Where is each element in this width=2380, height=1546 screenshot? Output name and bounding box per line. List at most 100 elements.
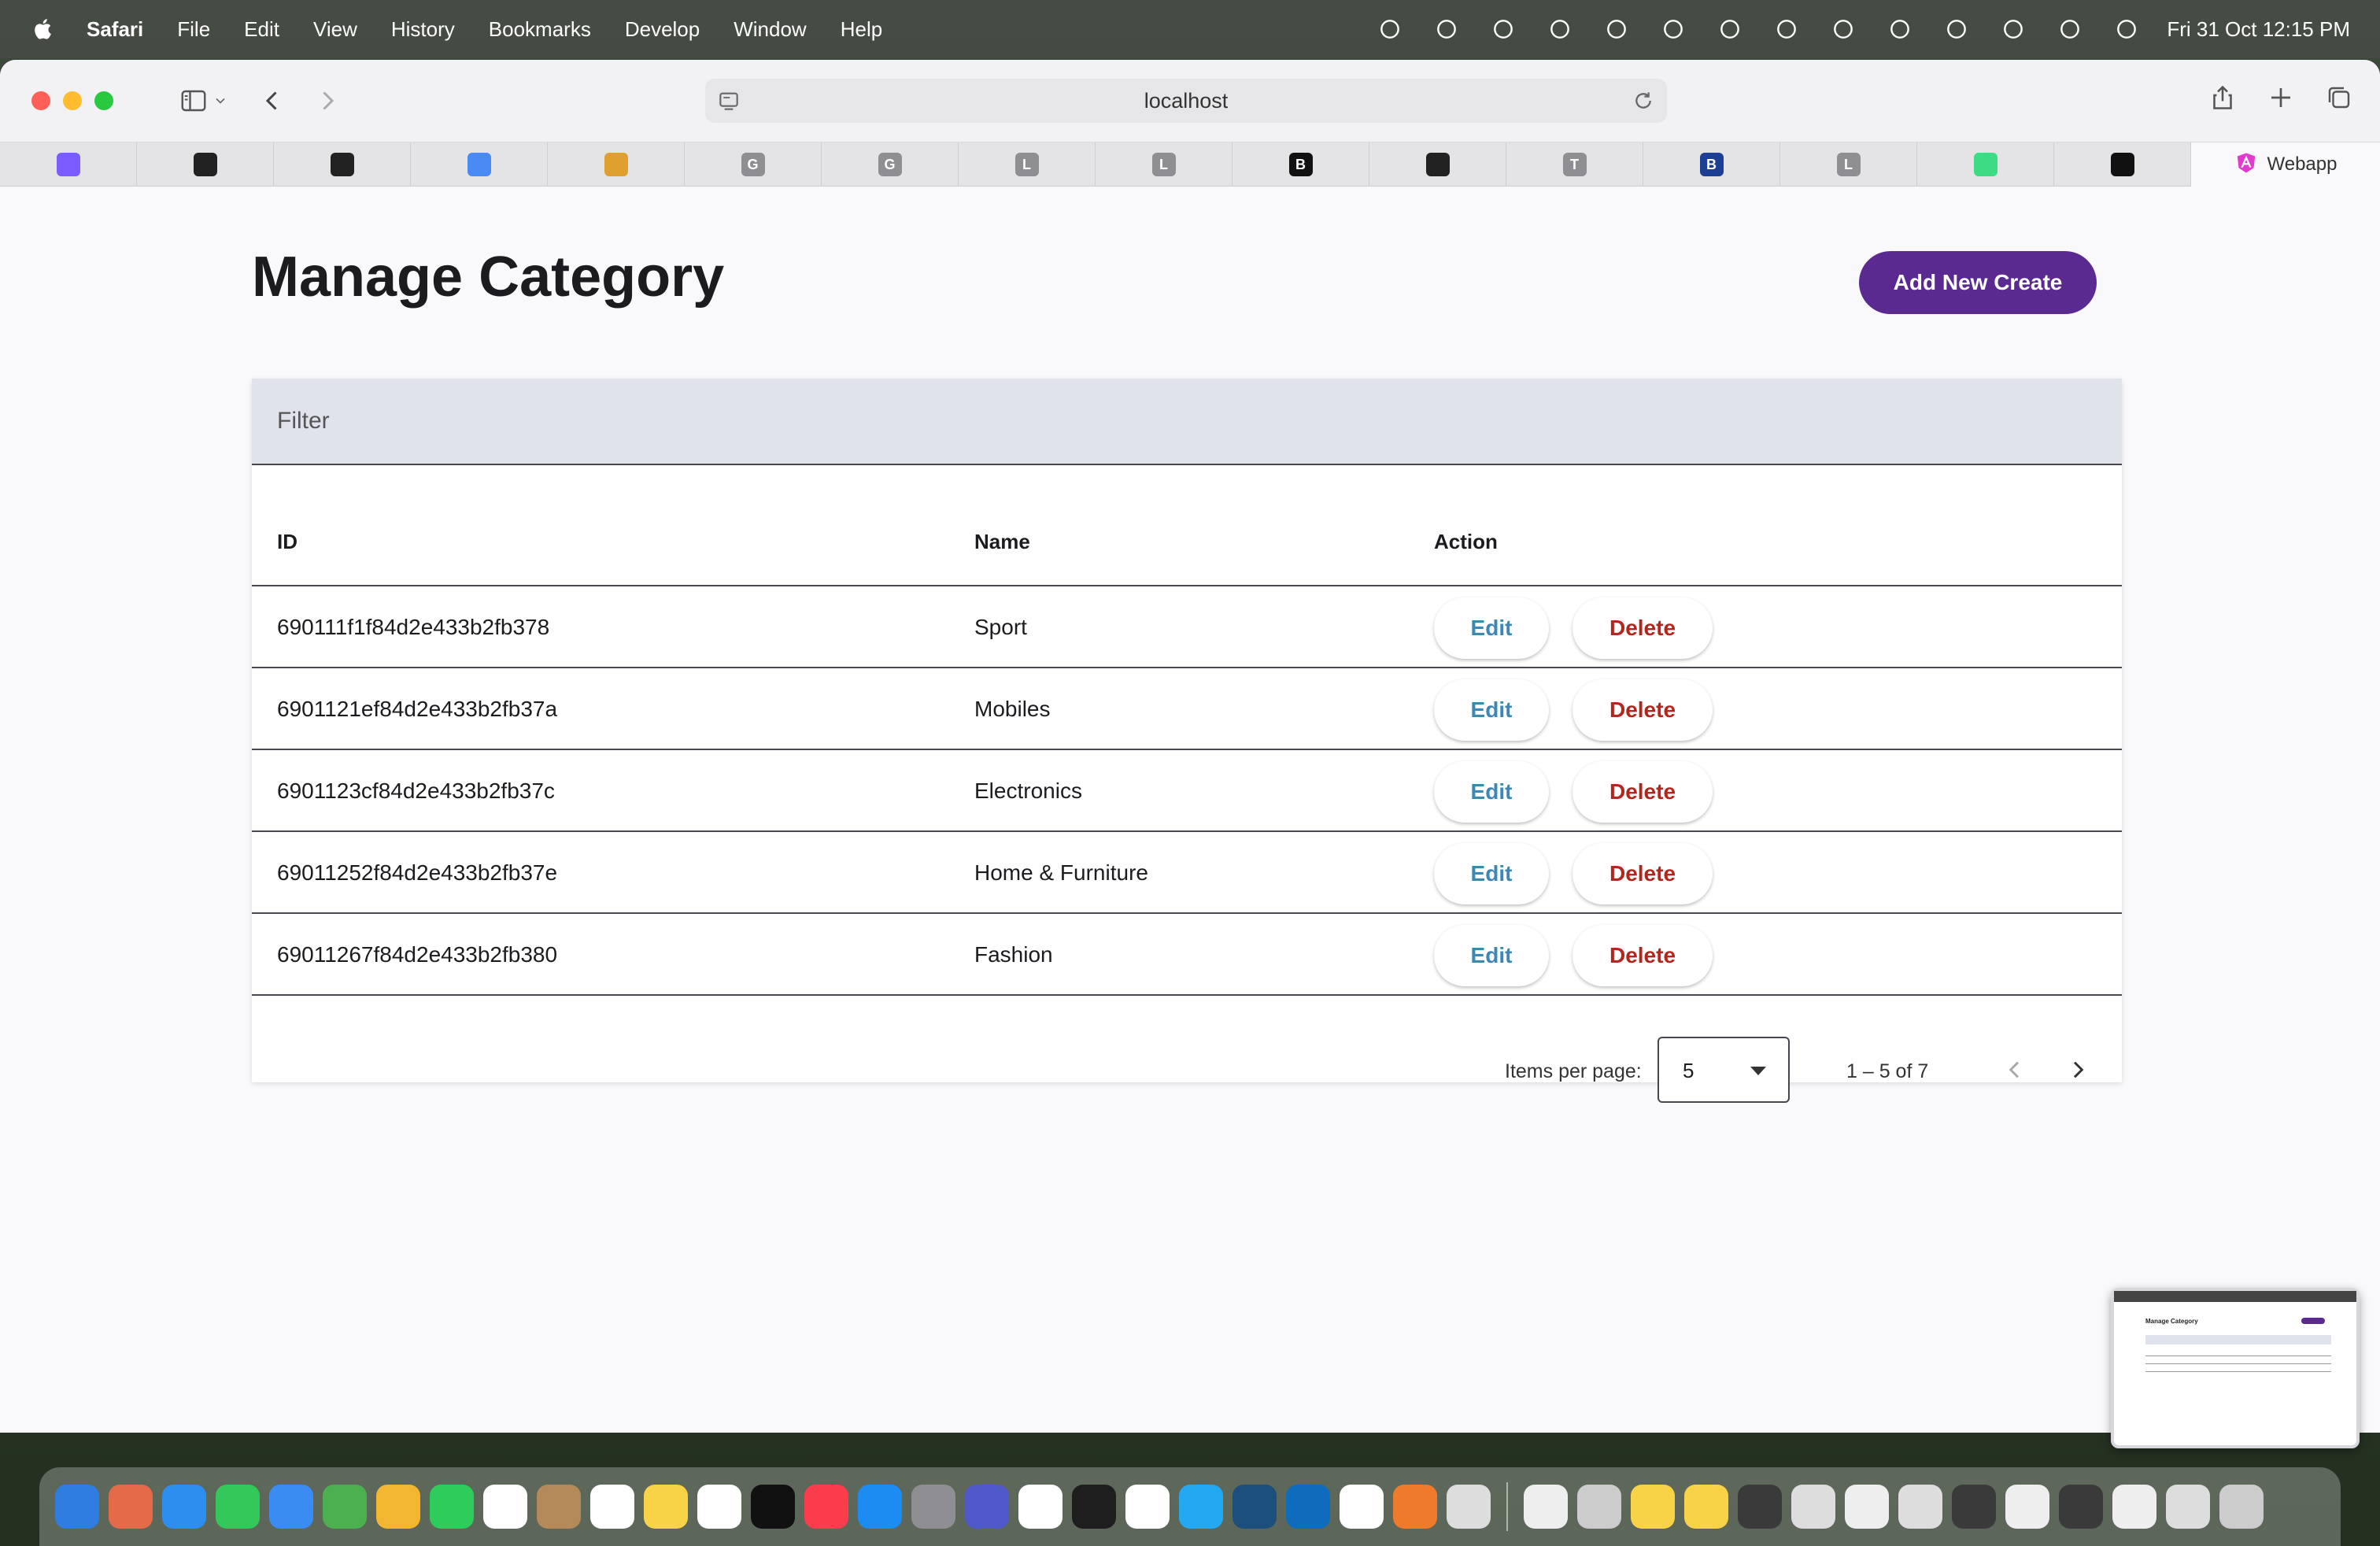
delete-button[interactable]: Delete: [1572, 761, 1713, 823]
tab-8[interactable]: L: [959, 142, 1096, 187]
chrome-icon[interactable]: [1018, 1485, 1062, 1529]
new-tab-icon[interactable]: [2264, 80, 2298, 115]
tab-12[interactable]: T: [1506, 142, 1643, 187]
vpn-icon[interactable]: [1547, 16, 1573, 43]
tab-1[interactable]: [0, 142, 137, 187]
mysql-workbench-icon[interactable]: [1232, 1485, 1277, 1529]
edit-button[interactable]: Edit: [1434, 843, 1549, 904]
forward-icon[interactable]: [310, 83, 345, 118]
screenshot-thumbnail[interactable]: Manage Category: [2111, 1288, 2360, 1448]
menu-clock[interactable]: Fri 31 Oct 12:15 PM: [2167, 17, 2350, 42]
safari-icon[interactable]: [162, 1485, 206, 1529]
close-window-button[interactable]: [31, 91, 50, 110]
tab-4[interactable]: [411, 142, 548, 187]
outlook-icon[interactable]: [1286, 1485, 1330, 1529]
sidebar-toggle-icon[interactable]: [176, 83, 211, 118]
filter-field[interactable]: Filter: [252, 379, 2122, 465]
window-icon[interactable]: [1577, 1485, 1621, 1529]
folder-icon[interactable]: [1631, 1485, 1675, 1529]
window-icon[interactable]: [1898, 1485, 1942, 1529]
photos-icon[interactable]: [376, 1485, 420, 1529]
battery-icon[interactable]: [1887, 16, 1913, 43]
contacts-icon[interactable]: [537, 1485, 581, 1529]
reload-icon[interactable]: [1631, 88, 1656, 113]
mail-icon[interactable]: [269, 1485, 313, 1529]
window-icon[interactable]: [1738, 1485, 1782, 1529]
shield-icon[interactable]: [1603, 16, 1630, 43]
window-icon[interactable]: [1791, 1485, 1835, 1529]
menu-window[interactable]: Window: [734, 17, 806, 42]
terminal-icon[interactable]: [1072, 1485, 1116, 1529]
edit-button[interactable]: Edit: [1434, 597, 1549, 659]
chevron-down-icon[interactable]: [211, 83, 230, 118]
tab-16[interactable]: [2054, 142, 2191, 187]
edit-button[interactable]: Edit: [1434, 679, 1549, 741]
window-icon[interactable]: [2005, 1485, 2049, 1529]
menu-history[interactable]: History: [391, 17, 455, 42]
tv-icon[interactable]: [751, 1485, 795, 1529]
tab-10[interactable]: B: [1232, 142, 1369, 187]
preview-icon[interactable]: [1447, 1485, 1491, 1529]
search-icon[interactable]: [2000, 16, 2027, 43]
finder-icon[interactable]: [55, 1485, 99, 1529]
xcode-icon[interactable]: [1340, 1485, 1384, 1529]
control-center-icon[interactable]: [2057, 16, 2083, 43]
siri-icon[interactable]: [2113, 16, 2140, 43]
tab-3[interactable]: [274, 142, 411, 187]
music-icon[interactable]: [804, 1485, 848, 1529]
menu-file[interactable]: File: [177, 17, 210, 42]
share-icon[interactable]: [2205, 80, 2240, 115]
reminders-icon[interactable]: [590, 1485, 634, 1529]
minimize-window-button[interactable]: [63, 91, 82, 110]
menu-app-name[interactable]: Safari: [87, 17, 143, 42]
address-bar[interactable]: localhost: [705, 79, 1667, 123]
trash-icon[interactable]: [2219, 1485, 2264, 1529]
delete-button[interactable]: Delete: [1572, 679, 1713, 741]
tab-6[interactable]: G: [685, 142, 822, 187]
teams-icon[interactable]: [965, 1485, 1009, 1529]
tab-webapp[interactable]: Webapp: [2191, 142, 2380, 187]
launchpad-icon[interactable]: [109, 1485, 153, 1529]
menu-bookmarks[interactable]: Bookmarks: [489, 17, 591, 42]
delete-button[interactable]: Delete: [1572, 843, 1713, 904]
apple-icon[interactable]: [30, 15, 58, 43]
window-icon[interactable]: [1952, 1485, 1996, 1529]
play-icon[interactable]: [1830, 16, 1857, 43]
tab-9[interactable]: L: [1096, 142, 1232, 187]
tab-15[interactable]: [1917, 142, 2054, 187]
lock-icon[interactable]: [1660, 16, 1687, 43]
vscode-icon[interactable]: [1179, 1485, 1223, 1529]
maps-icon[interactable]: [323, 1485, 367, 1529]
window-icon[interactable]: [2166, 1485, 2210, 1529]
tab-14[interactable]: L: [1780, 142, 1917, 187]
airplane-icon[interactable]: [1377, 16, 1403, 43]
back-icon[interactable]: [255, 83, 290, 118]
app-icon[interactable]: [1490, 16, 1517, 43]
wifi-icon[interactable]: [1943, 16, 1970, 43]
previous-page-icon[interactable]: [1998, 1052, 2032, 1087]
cloud-icon[interactable]: [1433, 16, 1460, 43]
address-text[interactable]: localhost: [1144, 89, 1229, 113]
tab-5[interactable]: [548, 142, 685, 187]
tab-7[interactable]: G: [822, 142, 959, 187]
notes-icon[interactable]: [644, 1485, 688, 1529]
freeform-icon[interactable]: [697, 1485, 741, 1529]
add-new-button[interactable]: Add New Create: [1859, 251, 2097, 314]
edit-button[interactable]: Edit: [1434, 925, 1549, 986]
page-size-select[interactable]: 5: [1658, 1037, 1790, 1103]
menu-help[interactable]: Help: [841, 17, 882, 42]
settings-icon[interactable]: [911, 1485, 955, 1529]
window-icon[interactable]: [2112, 1485, 2156, 1529]
menu-view[interactable]: View: [313, 17, 357, 42]
mongodb-icon[interactable]: [1125, 1485, 1170, 1529]
tab-11[interactable]: [1369, 142, 1506, 187]
app-store-icon[interactable]: [858, 1485, 902, 1529]
teams-icon[interactable]: [1717, 16, 1743, 43]
page-settings-icon[interactable]: [716, 88, 741, 113]
tab-2[interactable]: [137, 142, 274, 187]
zoom-window-button[interactable]: [94, 91, 113, 110]
key-icon[interactable]: [1773, 16, 1800, 43]
delete-button[interactable]: Delete: [1572, 597, 1713, 659]
calendar-icon[interactable]: [483, 1485, 527, 1529]
messages-icon[interactable]: [216, 1485, 260, 1529]
